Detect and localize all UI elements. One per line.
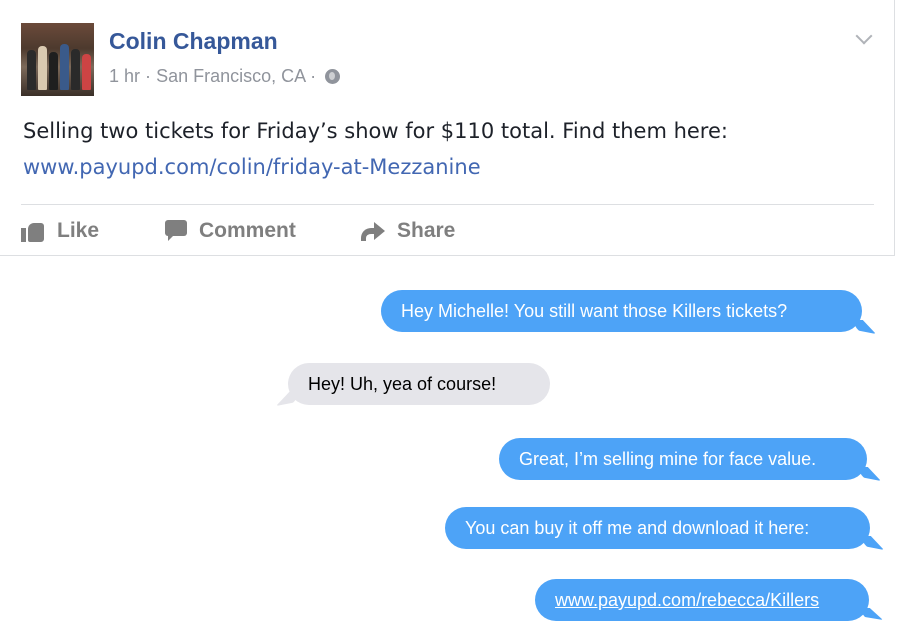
divider <box>21 204 874 205</box>
message-bubble: www.payupd.com/rebecca/Killers <box>535 579 869 621</box>
share-icon <box>361 220 385 242</box>
comment-icon <box>165 220 187 242</box>
like-button[interactable]: Like <box>21 218 99 244</box>
bubble-tail <box>854 320 876 334</box>
avatar[interactable] <box>21 23 94 96</box>
meta-separator: · <box>310 66 317 86</box>
post-time[interactable]: 1 hr <box>109 66 140 86</box>
bubble-tail <box>276 392 298 406</box>
message-bubble: Hey! Uh, yea of course! <box>288 363 550 405</box>
bubble-tail <box>859 467 881 481</box>
message-bubble: You can buy it off me and download it he… <box>445 507 870 549</box>
like-icon <box>21 220 45 242</box>
message-bubble: Great, I’m selling mine for face value. <box>499 438 867 480</box>
chevron-down-icon[interactable] <box>855 27 873 45</box>
post-author[interactable]: Colin Chapman <box>109 28 278 55</box>
globe-icon[interactable] <box>325 69 341 84</box>
message-link[interactable]: www.payupd.com/rebecca/Killers <box>555 590 819 610</box>
post-meta: 1 hr · San Francisco, CA · <box>109 66 341 87</box>
post-link[interactable]: www.payupd.com/colin/friday-at-Mezzanine <box>23 155 481 179</box>
meta-separator: · <box>145 66 152 86</box>
post-text: Selling two tickets for Friday’s show fo… <box>23 113 783 185</box>
bubble-tail <box>862 536 884 550</box>
comment-button[interactable]: Comment <box>165 218 296 244</box>
message-bubble: Hey Michelle! You still want those Kille… <box>381 290 862 332</box>
bubble-tail <box>861 608 883 620</box>
post-body: Selling two tickets for Friday’s show fo… <box>23 119 728 143</box>
facebook-post: Colin Chapman 1 hr · San Francisco, CA ·… <box>0 0 895 256</box>
like-label: Like <box>57 219 100 242</box>
share-button[interactable]: Share <box>361 218 455 244</box>
comment-label: Comment <box>199 219 296 242</box>
post-location[interactable]: San Francisco, CA <box>156 66 305 86</box>
share-label: Share <box>397 219 456 242</box>
